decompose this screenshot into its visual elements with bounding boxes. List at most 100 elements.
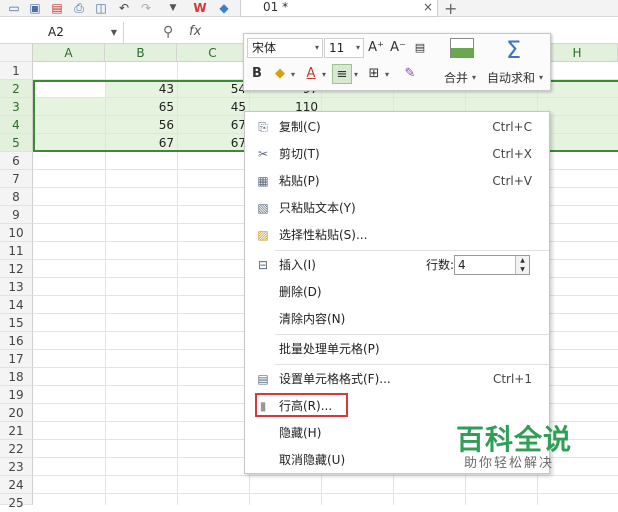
shrink-font-button[interactable]: A⁻ xyxy=(388,38,408,58)
undo-icon[interactable]: ↶ xyxy=(116,1,132,15)
spin-down-icon[interactable]: ▼ xyxy=(516,265,529,274)
font-color-dropdown-icon[interactable]: ▾ xyxy=(322,70,326,79)
row-header-14[interactable]: 14 xyxy=(0,296,33,314)
menu-item-format-cells[interactable]: ▤ 设置单元格格式(F)... Ctrl+1 xyxy=(246,366,548,392)
menu-separator xyxy=(275,250,549,251)
row-header-23[interactable]: 23 xyxy=(0,458,33,476)
row-header-6[interactable]: 6 xyxy=(0,152,33,170)
fill-color-icon[interactable]: ◆ xyxy=(270,64,290,84)
row-header-1[interactable]: 1 xyxy=(0,62,33,80)
row-header-24[interactable]: 24 xyxy=(0,476,33,494)
watermark-subtitle: 助你轻松解决 xyxy=(464,456,555,471)
menu-item-delete[interactable]: 删除(D) xyxy=(246,279,548,305)
menu-item-label: 取消隐藏(U) xyxy=(279,453,346,467)
borders-icon[interactable]: ⊞ xyxy=(364,64,384,84)
font-color-button[interactable]: A xyxy=(301,64,321,84)
menu-item-paste[interactable]: ▦ 粘贴(P) Ctrl+V xyxy=(246,168,548,194)
menu-item-label: 选择性粘贴(S)... xyxy=(279,228,368,242)
borders-dropdown-icon[interactable]: ▾ xyxy=(385,70,389,79)
align-center-icon[interactable]: ≡ xyxy=(332,64,352,84)
align-dropdown-icon[interactable]: ▾ xyxy=(354,70,358,79)
select-all-corner[interactable] xyxy=(0,44,33,62)
row-header-18[interactable]: 18 xyxy=(0,368,33,386)
redo-icon[interactable]: ↷ xyxy=(138,1,154,15)
row-header-15[interactable]: 15 xyxy=(0,314,33,332)
row-header-9[interactable]: 9 xyxy=(0,206,33,224)
font-size-dropdown-icon[interactable]: ▾ xyxy=(356,39,360,57)
export-pdf-icon[interactable]: ▤ xyxy=(49,1,65,15)
menu-item-insert[interactable]: ⊟ 插入(I) 行数: 4 ▲ ▼ xyxy=(246,252,548,278)
grow-font-button[interactable]: A⁺ xyxy=(366,38,386,58)
row-header-20[interactable]: 20 xyxy=(0,404,33,422)
spin-up-icon[interactable]: ▲ xyxy=(516,256,529,265)
font-size-select[interactable]: 11 ▾ xyxy=(324,38,364,58)
close-tab-icon[interactable]: × xyxy=(423,0,433,15)
menu-item-paste-special[interactable]: ▨ 选择性粘贴(S)... xyxy=(246,222,548,248)
bold-button[interactable]: B xyxy=(247,64,267,84)
menu-item-cut[interactable]: ✂ 剪切(T) Ctrl+X xyxy=(246,141,548,167)
row-header-12[interactable]: 12 xyxy=(0,260,33,278)
row-header-7[interactable]: 7 xyxy=(0,170,33,188)
zoom-icon[interactable]: ⚲ xyxy=(163,24,173,40)
row-header-3[interactable]: 3 xyxy=(0,98,33,116)
scissors-icon: ✂ xyxy=(257,147,269,161)
menu-item-shortcut: Ctrl+1 xyxy=(492,372,532,386)
name-box[interactable]: A2 ▼ xyxy=(0,22,124,43)
menu-separator xyxy=(275,334,549,335)
cloud-box-icon[interactable]: ◆ xyxy=(216,1,232,15)
row-header-2[interactable]: 2 xyxy=(0,80,33,98)
menu-item-shortcut: Ctrl+V xyxy=(492,174,532,188)
name-box-dropdown-icon[interactable]: ▼ xyxy=(111,22,117,43)
copy-icon: ⎘ xyxy=(258,120,268,134)
fill-color-dropdown-icon[interactable]: ▾ xyxy=(291,70,295,79)
menu-item-label: 剪切(T) xyxy=(279,147,320,161)
menu-item-label: 批量处理单元格(P) xyxy=(279,342,380,356)
row-header-19[interactable]: 19 xyxy=(0,386,33,404)
row-count-label: 行数: xyxy=(426,258,455,272)
row-header-21[interactable]: 21 xyxy=(0,422,33,440)
menu-item-label: 只粘贴文本(Y) xyxy=(279,201,356,215)
font-name-select[interactable]: 宋体 ▾ xyxy=(247,38,323,58)
format-painter-icon[interactable]: ▤ xyxy=(410,38,430,58)
row-header-17[interactable]: 17 xyxy=(0,350,33,368)
menu-item-shortcut: Ctrl+X xyxy=(492,147,532,161)
row-header-25[interactable]: 25 xyxy=(0,494,33,510)
row-header-4[interactable]: 4 xyxy=(0,116,33,134)
merge-label[interactable]: 合并 xyxy=(444,69,468,86)
menu-separator xyxy=(275,364,549,365)
new-tab-icon[interactable]: + xyxy=(444,0,457,18)
autosum-label[interactable]: 自动求和 xyxy=(487,69,535,86)
autosum-dropdown-icon[interactable]: ▾ xyxy=(539,73,543,82)
folder-icon[interactable]: ▭ xyxy=(6,1,22,15)
print-preview-icon[interactable]: ◫ xyxy=(93,1,109,15)
save-icon[interactable]: ▣ xyxy=(27,1,43,15)
row-count-input[interactable]: 4 ▲ ▼ xyxy=(454,255,530,275)
col-header-c[interactable]: C xyxy=(177,44,249,62)
col-header-a[interactable]: A xyxy=(33,44,105,62)
clear-format-icon[interactable]: ✎ xyxy=(400,64,420,84)
document-tab[interactable]: 01 * × xyxy=(240,0,438,17)
function-icon[interactable]: fx xyxy=(189,24,201,39)
row-header-5[interactable]: 5 xyxy=(0,134,33,152)
autosum-icon[interactable]: Σ xyxy=(506,36,521,64)
row-header-8[interactable]: 8 xyxy=(0,188,33,206)
menu-item-shortcut: Ctrl+C xyxy=(492,120,532,134)
col-header-b[interactable]: B xyxy=(105,44,177,62)
row-header-16[interactable]: 16 xyxy=(0,332,33,350)
font-name-dropdown-icon[interactable]: ▾ xyxy=(315,39,319,57)
row-header-10[interactable]: 10 xyxy=(0,224,33,242)
menu-item-copy[interactable]: ⎘ 复制(C) Ctrl+C xyxy=(246,114,548,140)
merge-cells-icon[interactable] xyxy=(450,38,474,58)
menu-item-paste-text-only[interactable]: ▧ 只粘贴文本(Y) xyxy=(246,195,548,221)
paste-special-icon: ▨ xyxy=(257,228,269,242)
row-header-11[interactable]: 11 xyxy=(0,242,33,260)
customize-dropdown-icon[interactable]: ▼ xyxy=(165,1,181,15)
print-icon[interactable]: ⎙ xyxy=(71,1,87,15)
menu-item-batch-process[interactable]: 批量处理单元格(P) xyxy=(246,336,548,362)
merge-dropdown-icon[interactable]: ▾ xyxy=(472,73,476,82)
row-header-22[interactable]: 22 xyxy=(0,440,33,458)
row-header-13[interactable]: 13 xyxy=(0,278,33,296)
row-count-spinner[interactable]: ▲ ▼ xyxy=(515,256,529,274)
wps-logo-icon[interactable]: W xyxy=(192,1,208,15)
menu-item-clear-contents[interactable]: 清除内容(N) xyxy=(246,306,548,332)
